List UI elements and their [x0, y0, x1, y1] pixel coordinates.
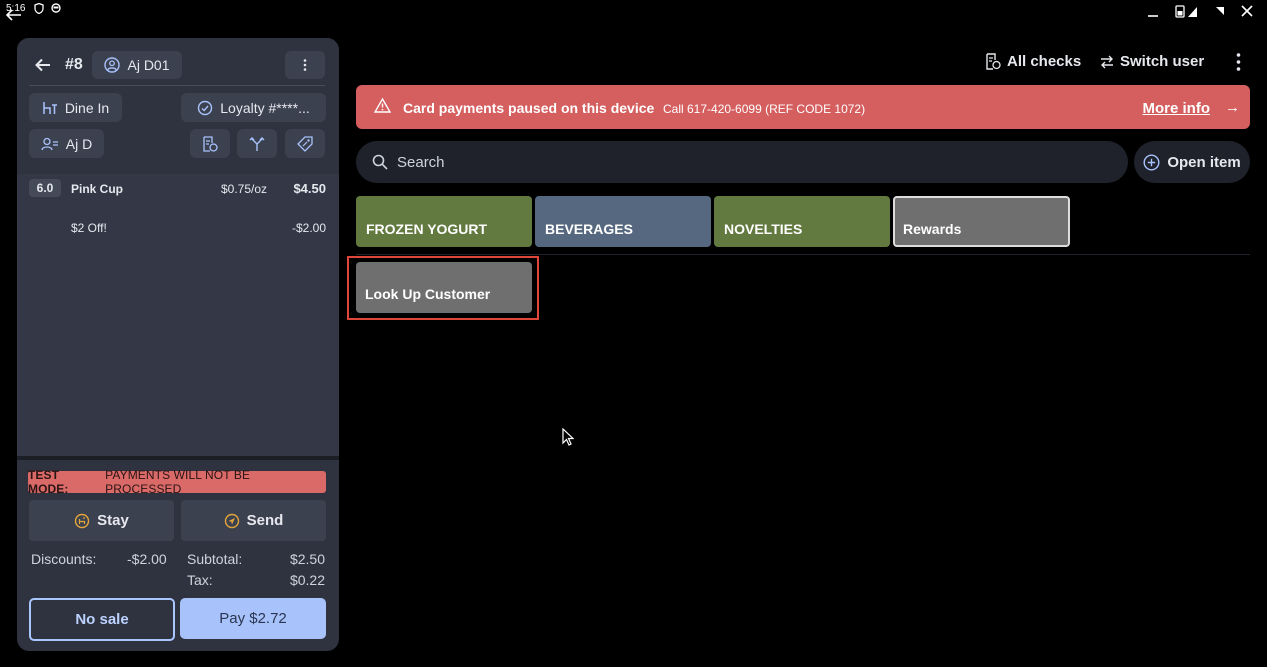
back-arrow-icon[interactable]	[6, 9, 22, 21]
circle-status-icon	[51, 3, 61, 14]
order-panel: #8 Aj D01 Dine In Loyalty #****... Aj D	[17, 38, 339, 651]
item-name[interactable]: Pink Cup	[71, 182, 123, 196]
switch-user-label: Switch user	[1120, 53, 1205, 70]
header-divider	[29, 85, 325, 86]
dine-in-label: Dine In	[64, 99, 110, 116]
open-item-label: Open item	[1167, 153, 1241, 171]
category-novelties[interactable]: NOVELTIES	[714, 196, 890, 247]
no-sale-button[interactable]: No sale	[29, 598, 175, 641]
category-label: BEVERAGES	[545, 221, 633, 237]
category-frozen-yogurt[interactable]: FROZEN YOGURT	[356, 196, 532, 247]
receipt-icon	[202, 135, 218, 152]
category-beverages[interactable]: BEVERAGES	[535, 196, 711, 247]
employee-name: Aj D01	[127, 57, 170, 73]
item-unit-price: $0.75/oz	[221, 182, 268, 196]
dine-in-button[interactable]: Dine In	[29, 93, 122, 122]
split-button[interactable]	[237, 129, 277, 158]
status-icons	[34, 3, 61, 14]
plus-circle-icon	[1143, 153, 1160, 171]
alert-title: Card payments paused on this device	[403, 100, 655, 116]
test-mode-label: TEST MODE:	[28, 468, 69, 496]
category-label: NOVELTIES	[724, 221, 803, 237]
customer-icon	[41, 137, 59, 151]
back-icon[interactable]	[35, 58, 51, 72]
test-mode-banner: TEST MODE: PAYMENTS WILL NOT BE PROCESSE…	[28, 468, 326, 496]
send-button[interactable]: Send	[181, 500, 326, 541]
warning-icon	[374, 98, 391, 113]
loyalty-label: Loyalty #****...	[220, 99, 310, 116]
send-icon	[224, 513, 240, 529]
checks-icon	[985, 53, 1001, 70]
order-number: #8	[65, 56, 83, 73]
panel-divider	[17, 456, 339, 460]
tag-icon	[297, 135, 313, 152]
split-arrows-icon	[249, 136, 265, 152]
category-rewards[interactable]: Rewards	[893, 196, 1070, 247]
user-circle-icon	[104, 57, 121, 73]
swap-arrows-icon	[1100, 55, 1114, 69]
minimize-icon[interactable]	[1147, 5, 1159, 17]
stay-label: Stay	[97, 512, 129, 529]
shield-icon	[34, 3, 44, 14]
pay-button[interactable]: Pay $2.72	[180, 598, 326, 639]
more-vertical-icon	[303, 59, 307, 71]
test-mode-message: PAYMENTS WILL NOT BE PROCESSED	[105, 468, 251, 496]
subtotal-label: Subtotal:	[187, 551, 243, 567]
card-payments-alert: Card payments paused on this device Call…	[356, 85, 1250, 129]
stay-button[interactable]: Stay	[29, 500, 174, 541]
battery-signal-icon	[1175, 4, 1199, 18]
close-icon[interactable]	[1241, 5, 1253, 17]
tax-value: $0.22	[289, 572, 325, 588]
item-quantity: 6.0	[29, 179, 61, 197]
line-items-area	[17, 174, 339, 456]
mouse-cursor-icon	[562, 428, 574, 446]
subtotal-value: $2.50	[289, 551, 325, 567]
selection-highlight	[347, 256, 539, 320]
menu-more-icon[interactable]	[1236, 53, 1241, 71]
discount-line-price: -$2.00	[291, 221, 326, 235]
more-options-button[interactable]	[285, 51, 325, 79]
discount-line-name[interactable]: $2 Off!	[71, 221, 107, 235]
loyalty-badge-icon	[197, 100, 213, 116]
dining-chair-icon	[42, 101, 58, 115]
employee-button[interactable]: Aj D01	[92, 51, 182, 79]
window-controls	[1147, 4, 1253, 18]
send-label: Send	[246, 512, 284, 529]
tax-label: Tax:	[187, 572, 213, 588]
search-bar[interactable]: Search	[356, 141, 1128, 183]
switch-user-button[interactable]: Switch user	[1100, 53, 1204, 70]
expand-icon[interactable]	[1215, 6, 1225, 16]
customer-label: Aj D	[65, 135, 93, 152]
more-info-link[interactable]: More info	[1143, 100, 1211, 117]
search-placeholder[interactable]: Search	[397, 154, 445, 171]
all-checks-label: All checks	[1007, 53, 1082, 70]
loyalty-button[interactable]: Loyalty #****...	[181, 93, 326, 122]
item-price: $4.50	[293, 181, 326, 196]
discounts-label: Discounts:	[31, 551, 97, 567]
search-icon	[372, 154, 388, 170]
alert-detail: Call 617-420-6099 (REF CODE 1072)	[663, 102, 866, 116]
discounts-value: -$2.00	[127, 551, 167, 567]
check-info-button[interactable]	[190, 129, 230, 158]
arrow-right-icon[interactable]: →	[1225, 99, 1240, 116]
section-divider	[356, 254, 1250, 255]
stay-icon	[74, 513, 90, 529]
discount-button[interactable]	[285, 129, 325, 158]
all-checks-button[interactable]: All checks	[985, 53, 1081, 70]
category-label: Rewards	[903, 221, 962, 237]
customer-button[interactable]: Aj D	[29, 129, 104, 158]
open-item-button[interactable]: Open item	[1134, 141, 1250, 183]
category-label: FROZEN YOGURT	[366, 221, 488, 237]
